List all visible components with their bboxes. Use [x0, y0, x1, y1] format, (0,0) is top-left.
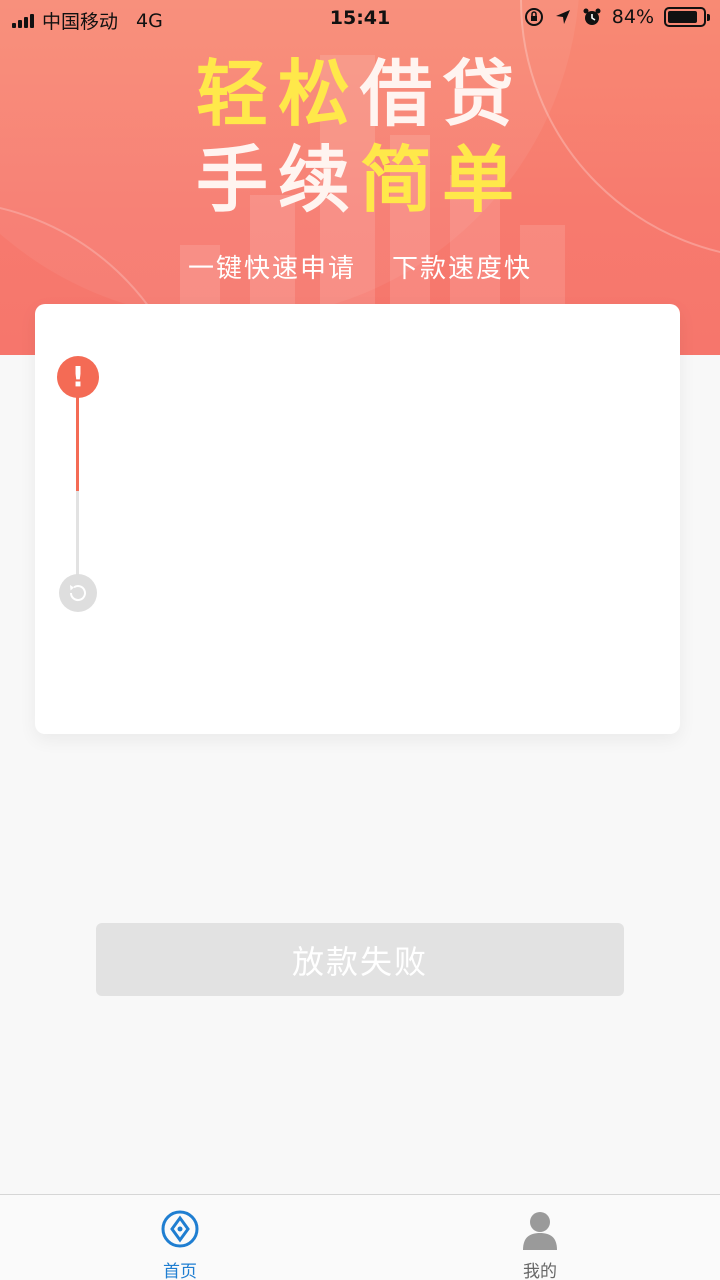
headline-char: 借	[360, 52, 443, 136]
headline-char: 单	[442, 138, 525, 222]
tagline: 一键快速申请 下款速度快	[0, 248, 720, 285]
headline-char: 贷	[442, 52, 525, 136]
tagline-apply: 一键快速申请	[187, 254, 356, 284]
headline-char: 手	[195, 138, 278, 222]
tab-home-label: 首页	[163, 1262, 197, 1280]
battery-icon	[664, 7, 710, 27]
headline-char: 续	[277, 138, 360, 222]
loan-status-button[interactable]: 放款失败	[96, 923, 624, 996]
alarm-icon	[583, 8, 601, 25]
status-bar: 中国移动 4G 15:41 84%	[0, 0, 720, 38]
battery-level	[668, 11, 697, 23]
loan-progress-card: !	[35, 304, 680, 734]
home-diamond-icon	[161, 1210, 199, 1248]
tab-bar: 首页 我的	[0, 1194, 720, 1280]
exclamation-icon: !	[57, 356, 99, 398]
progress-track-active	[76, 396, 79, 491]
tab-mine-label: 我的	[523, 1262, 557, 1280]
location-arrow-icon	[555, 10, 570, 24]
headline-char: 松	[277, 52, 360, 136]
tab-home[interactable]: 首页	[0, 1195, 360, 1280]
user-icon	[523, 1212, 557, 1250]
battery-percent: 84%	[611, 6, 654, 28]
hero-banner: 中国移动 4G 15:41 84% 轻松借贷 手续简单 一键快速申请 下款速度快	[0, 0, 720, 355]
headline-char: 简	[360, 138, 443, 222]
progress-track-idle	[76, 491, 79, 576]
headline-line-1: 轻松借贷	[0, 58, 720, 130]
rotation-lock-icon	[524, 8, 543, 26]
refresh-icon	[59, 574, 97, 612]
tagline-fast-loan: 下款速度快	[392, 254, 533, 284]
headline-char: 轻	[195, 52, 278, 136]
tab-mine[interactable]: 我的	[360, 1195, 720, 1280]
headline-line-2: 手续简单	[0, 144, 720, 216]
refresh-glyph	[69, 585, 86, 602]
